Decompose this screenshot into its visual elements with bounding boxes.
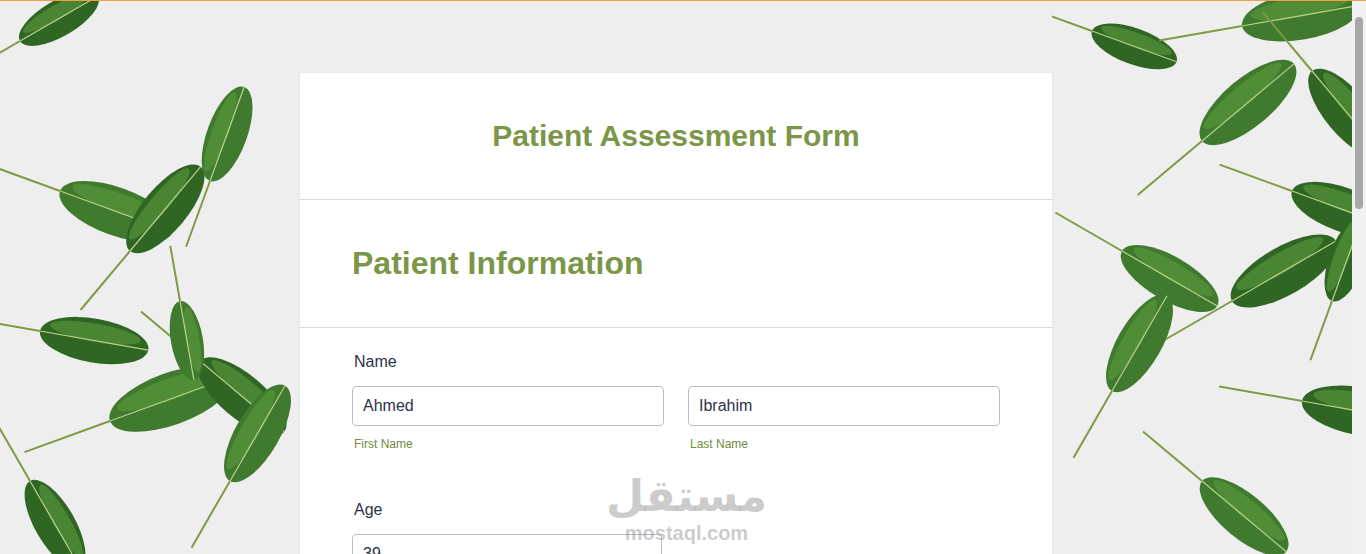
input-group: Last Name — [688, 386, 1000, 452]
input-sublabel: Last Name — [690, 436, 1000, 452]
watermark-url: mostaql.com — [625, 521, 748, 545]
form-title: Patient Assessment Form — [352, 113, 1000, 159]
scrollbar-thumb[interactable] — [1355, 17, 1363, 209]
input-group — [352, 534, 662, 554]
section-title: Patient Information — [352, 242, 1000, 284]
form-card: Patient Assessment Form Patient Informati… — [300, 73, 1052, 554]
form-field: Name First Name Last Name — [352, 352, 1000, 452]
leaves-right-icon — [1052, 1, 1352, 554]
form-header: Patient Assessment Form — [300, 73, 1052, 200]
right-decoration — [1052, 1, 1352, 554]
page: Patient Assessment Form Patient Informati… — [0, 0, 1366, 554]
field-label: Name — [354, 352, 1000, 372]
leaves-left-icon — [0, 1, 300, 554]
text-input[interactable] — [688, 386, 1000, 426]
input-sublabel: First Name — [354, 436, 664, 452]
section-header: Patient Information — [300, 200, 1052, 328]
text-input[interactable] — [352, 386, 664, 426]
field-label: Age — [354, 500, 1000, 520]
scrollbar[interactable] — [1352, 1, 1366, 554]
left-decoration — [0, 1, 300, 554]
watermark: مستقلmostaql.com — [606, 471, 767, 545]
text-input[interactable] — [352, 534, 662, 554]
watermark-logo: مستقل — [606, 471, 767, 521]
input-group: First Name — [352, 386, 664, 452]
input-row — [352, 534, 1000, 554]
input-row: First Name Last Name — [352, 386, 1000, 452]
form-field: Age — [352, 500, 1000, 554]
fields: Name First Name Last Name Age — [300, 328, 1052, 554]
